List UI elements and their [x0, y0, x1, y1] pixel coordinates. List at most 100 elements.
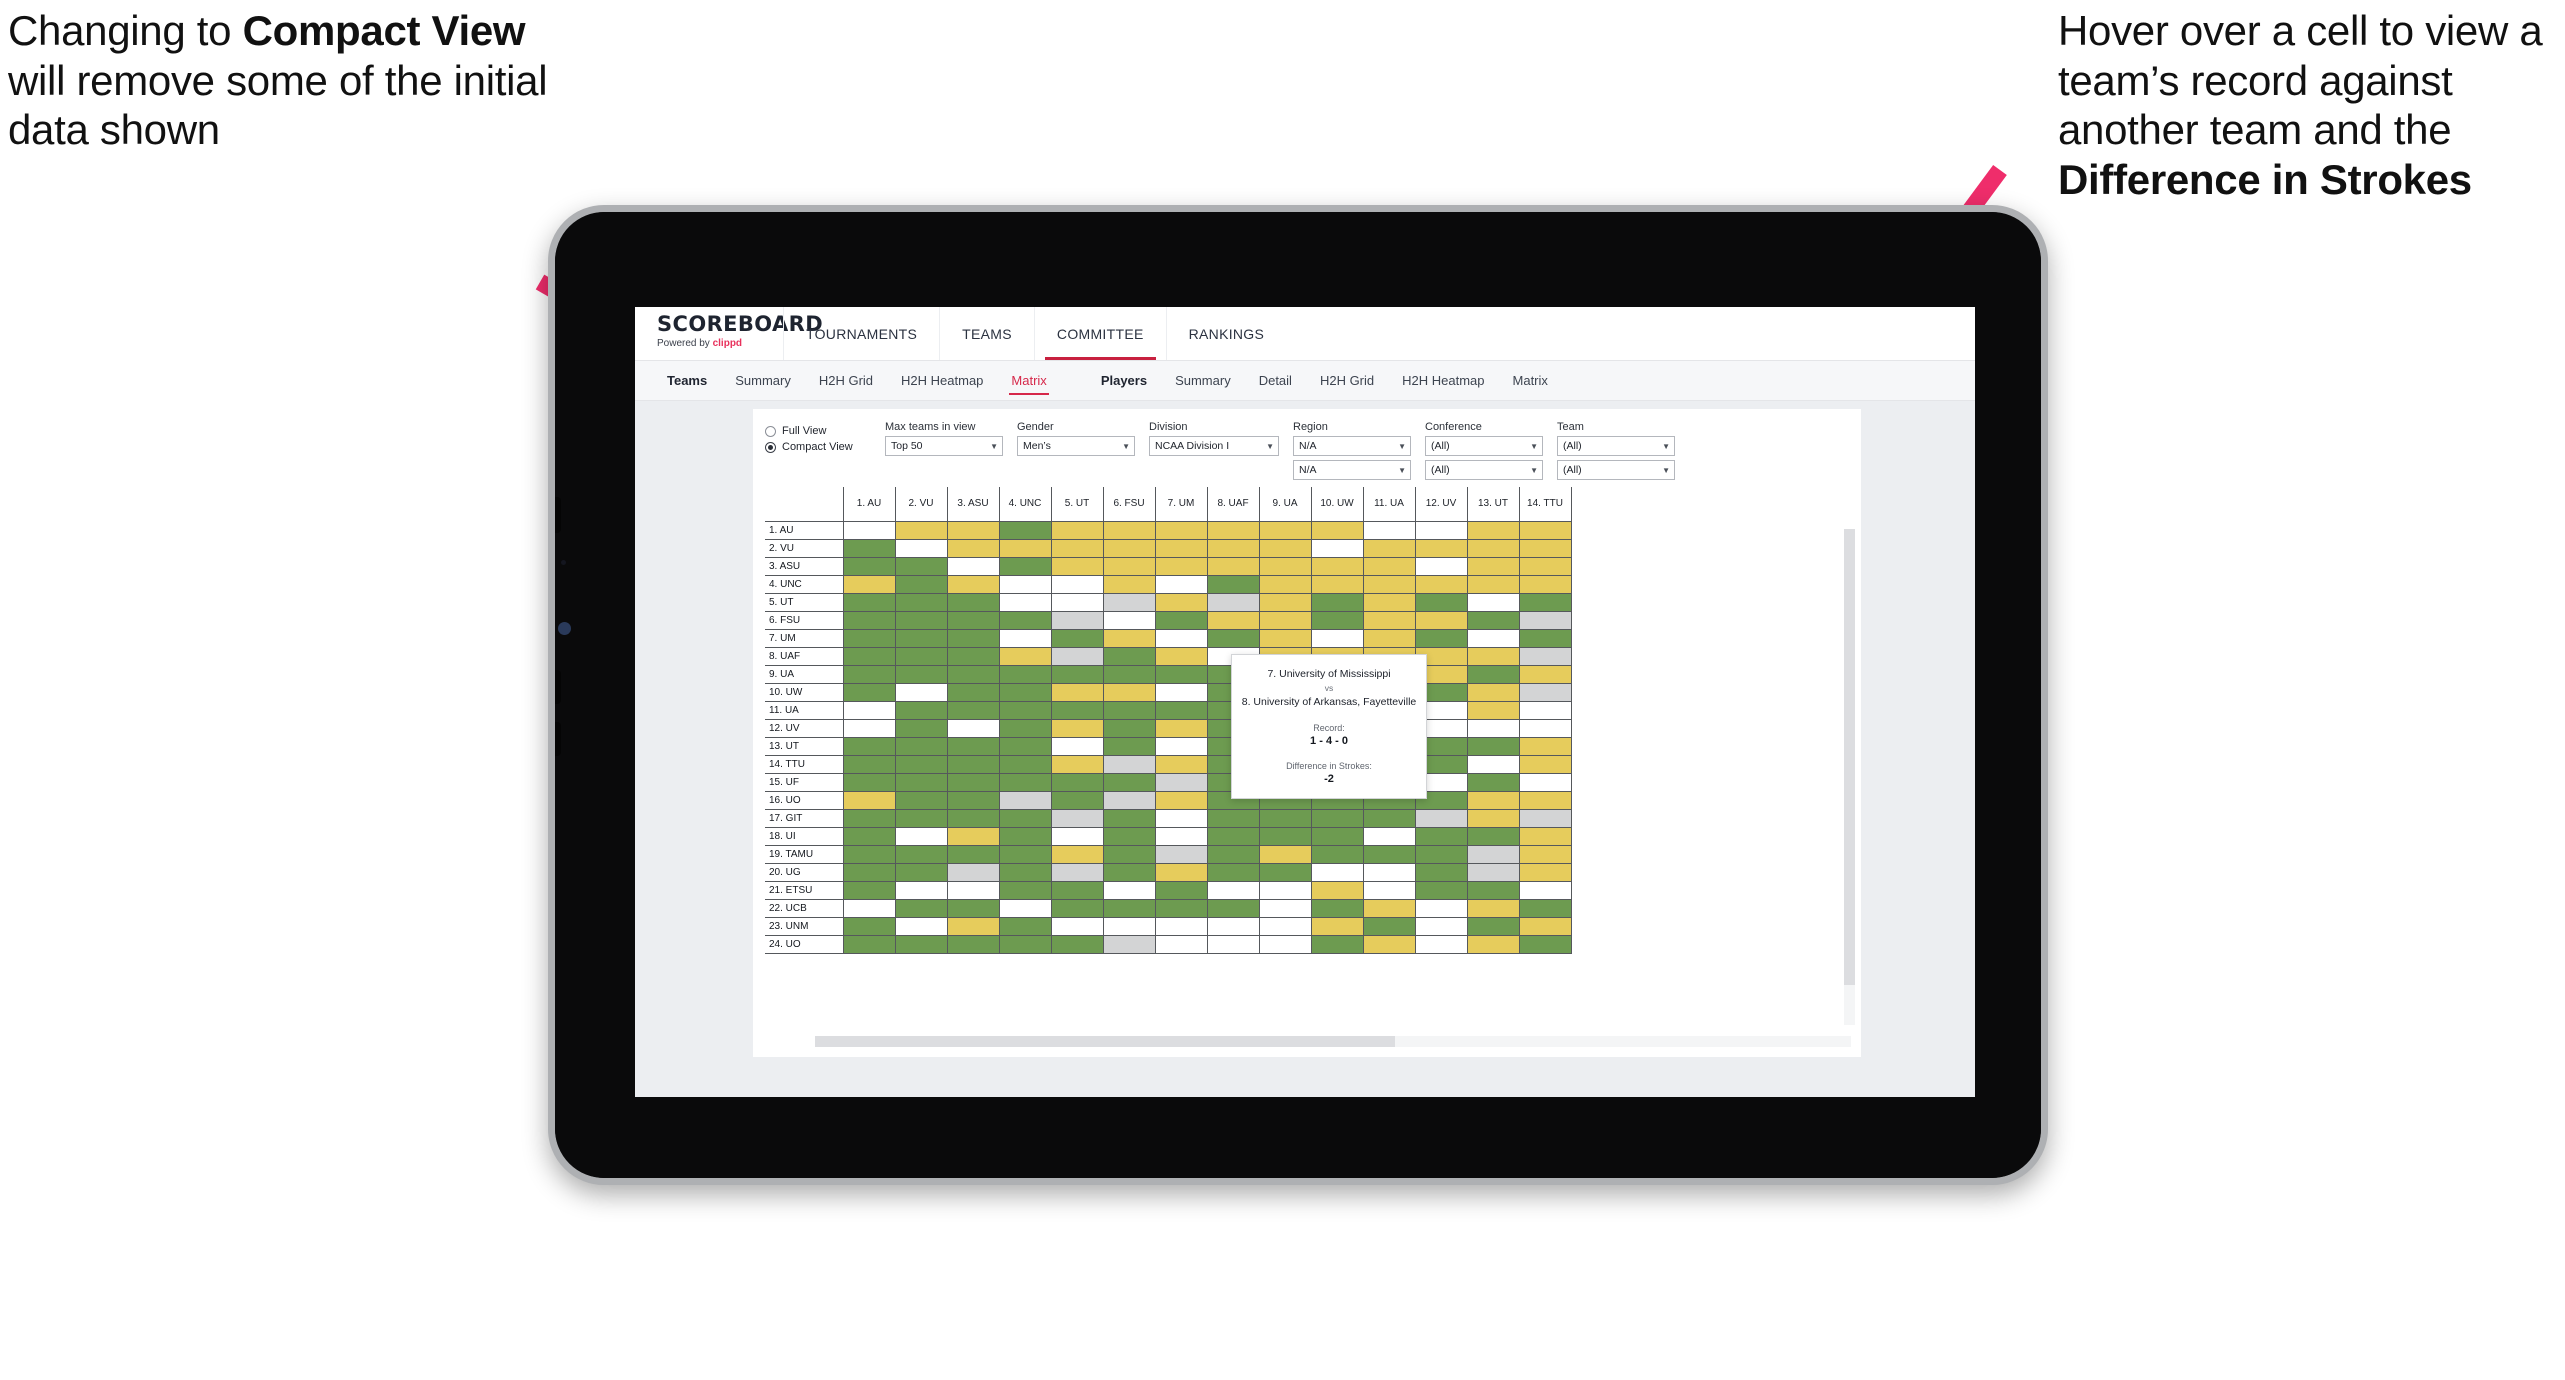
- matrix-cell[interactable]: [998, 628, 1052, 648]
- matrix-cell[interactable]: [1518, 682, 1572, 702]
- matrix-cell[interactable]: [1414, 556, 1468, 576]
- matrix-cell[interactable]: [998, 646, 1052, 666]
- matrix-cell[interactable]: [1102, 664, 1156, 684]
- matrix-cell[interactable]: [998, 772, 1052, 792]
- matrix-cell[interactable]: [1466, 700, 1520, 720]
- radio-full-view[interactable]: Full View: [765, 425, 885, 437]
- matrix-cell[interactable]: [998, 664, 1052, 684]
- matrix-cell[interactable]: [1362, 826, 1416, 846]
- tab-teams-summary[interactable]: Summary: [721, 361, 805, 401]
- matrix-cell[interactable]: [842, 718, 896, 738]
- matrix-cell[interactable]: [894, 790, 948, 810]
- matrix-cell[interactable]: [1154, 718, 1208, 738]
- matrix-cell[interactable]: [842, 628, 896, 648]
- matrix-cell[interactable]: [1206, 880, 1260, 900]
- matrix-cell[interactable]: [1466, 808, 1520, 828]
- matrix-cell[interactable]: [1206, 628, 1260, 648]
- matrix-cell[interactable]: [1518, 574, 1572, 594]
- matrix-cell[interactable]: [1466, 880, 1520, 900]
- matrix-cell[interactable]: [1154, 790, 1208, 810]
- matrix-cell[interactable]: [1050, 736, 1104, 756]
- matrix-cell[interactable]: [1466, 916, 1520, 936]
- tab-teams-h2h-heatmap[interactable]: H2H Heatmap: [887, 361, 997, 401]
- filter-division-select[interactable]: NCAA Division I ▼: [1149, 436, 1279, 456]
- matrix-cell[interactable]: [946, 556, 1000, 576]
- matrix-cell[interactable]: [1258, 520, 1312, 540]
- matrix-cell[interactable]: [1102, 700, 1156, 720]
- matrix-cell[interactable]: [1414, 880, 1468, 900]
- matrix-cell[interactable]: [1102, 538, 1156, 558]
- matrix-cell[interactable]: [1518, 934, 1572, 954]
- topnav-item-rankings[interactable]: RANKINGS: [1165, 307, 1287, 360]
- matrix-cell[interactable]: [1518, 592, 1572, 612]
- matrix-cell[interactable]: [946, 646, 1000, 666]
- matrix-cell[interactable]: [842, 664, 896, 684]
- matrix-cell[interactable]: [842, 520, 896, 540]
- matrix-cell[interactable]: [1050, 700, 1104, 720]
- matrix-cell[interactable]: [1362, 574, 1416, 594]
- matrix-cell[interactable]: [1154, 664, 1208, 684]
- tab-teams-matrix[interactable]: Matrix: [997, 361, 1060, 401]
- matrix-cell[interactable]: [1050, 538, 1104, 558]
- matrix-cell[interactable]: [842, 556, 896, 576]
- tablet-button-bottom[interactable]: [555, 722, 561, 756]
- matrix-cell[interactable]: [1258, 538, 1312, 558]
- matrix-cell[interactable]: [1154, 772, 1208, 792]
- matrix-cell[interactable]: [1466, 682, 1520, 702]
- matrix-cell[interactable]: [1206, 934, 1260, 954]
- matrix-cell[interactable]: [1466, 736, 1520, 756]
- matrix-cell[interactable]: [946, 610, 1000, 630]
- matrix-cell[interactable]: [1518, 826, 1572, 846]
- vertical-scrollbar[interactable]: [1844, 529, 1855, 1025]
- filter-team-select-1[interactable]: (All) ▼: [1557, 436, 1675, 456]
- matrix-cell[interactable]: [1206, 862, 1260, 882]
- matrix-cell[interactable]: [998, 880, 1052, 900]
- matrix-cell[interactable]: [1154, 628, 1208, 648]
- matrix-cell[interactable]: [842, 610, 896, 630]
- filter-gender-select[interactable]: Men’s ▼: [1017, 436, 1135, 456]
- matrix-cell[interactable]: [1050, 718, 1104, 738]
- matrix-cell[interactable]: [1102, 736, 1156, 756]
- matrix-cell[interactable]: [998, 934, 1052, 954]
- matrix-cell[interactable]: [1518, 880, 1572, 900]
- matrix-cell[interactable]: [1310, 808, 1364, 828]
- matrix-cell[interactable]: [1050, 520, 1104, 540]
- matrix-cell[interactable]: [1154, 574, 1208, 594]
- matrix-cell[interactable]: [1154, 862, 1208, 882]
- matrix-cell[interactable]: [1206, 538, 1260, 558]
- matrix-cell[interactable]: [1362, 862, 1416, 882]
- matrix-cell[interactable]: [1466, 754, 1520, 774]
- matrix-cell[interactable]: [1102, 916, 1156, 936]
- matrix-cell[interactable]: [1466, 574, 1520, 594]
- app-logo[interactable]: SCOREBOARD Powered by clippd: [635, 307, 823, 360]
- matrix-cell[interactable]: [1154, 538, 1208, 558]
- matrix-cell[interactable]: [946, 628, 1000, 648]
- matrix-cell[interactable]: [1362, 880, 1416, 900]
- matrix-cell[interactable]: [946, 754, 1000, 774]
- matrix-cell[interactable]: [1154, 736, 1208, 756]
- matrix-cell[interactable]: [1102, 772, 1156, 792]
- matrix-cell[interactable]: [1362, 556, 1416, 576]
- matrix-cell[interactable]: [946, 592, 1000, 612]
- matrix-cell[interactable]: [894, 538, 948, 558]
- matrix-cell[interactable]: [842, 844, 896, 864]
- matrix-cell[interactable]: [1466, 862, 1520, 882]
- matrix-cell[interactable]: [842, 736, 896, 756]
- matrix-cell[interactable]: [1362, 844, 1416, 864]
- matrix-cell[interactable]: [1466, 790, 1520, 810]
- matrix-cell[interactable]: [1466, 898, 1520, 918]
- matrix-cell[interactable]: [1310, 592, 1364, 612]
- matrix-cell[interactable]: [1154, 754, 1208, 774]
- matrix-cell[interactable]: [1310, 538, 1364, 558]
- matrix-cell[interactable]: [1102, 844, 1156, 864]
- matrix-cell[interactable]: [842, 862, 896, 882]
- matrix-cell[interactable]: [998, 754, 1052, 774]
- matrix-cell[interactable]: [842, 682, 896, 702]
- matrix-cell[interactable]: [946, 826, 1000, 846]
- matrix-cell[interactable]: [1310, 880, 1364, 900]
- matrix-cell[interactable]: [1206, 898, 1260, 918]
- matrix-cell[interactable]: [1258, 862, 1312, 882]
- matrix-cell[interactable]: [946, 790, 1000, 810]
- matrix-cell[interactable]: [842, 826, 896, 846]
- matrix-cell[interactable]: [1518, 646, 1572, 666]
